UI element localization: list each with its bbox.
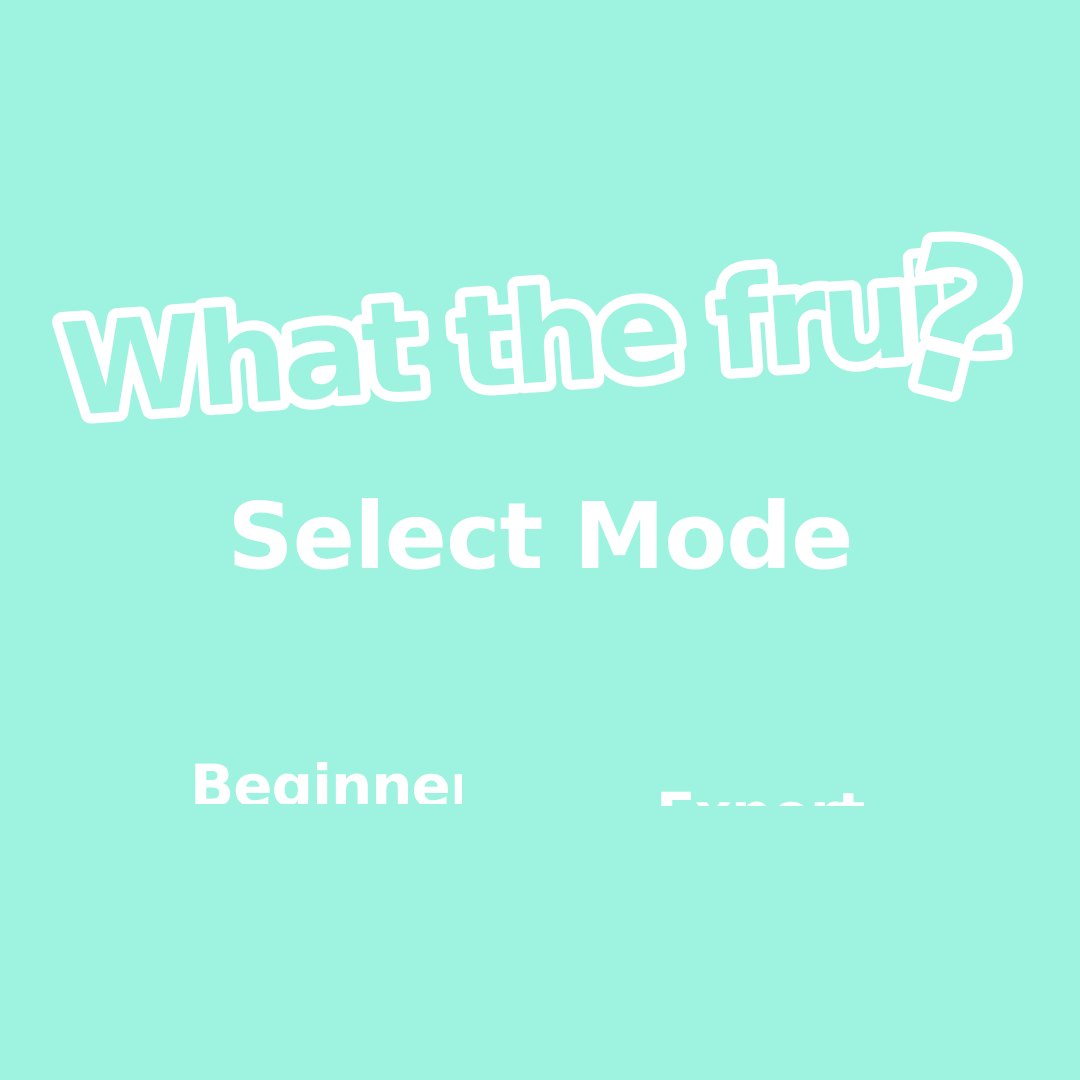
select-mode-heading: Select Mode (227, 483, 853, 590)
title-screen: What the fruit ? Select Mode Beginner Ex… (0, 0, 1080, 1080)
beginner-mode-button[interactable]: Beginner (190, 744, 462, 804)
question-mark: ? (873, 196, 1042, 450)
game-title: What the fruit (57, 232, 1008, 446)
beginner-mode-label: Beginner (190, 752, 462, 804)
expert-mode-button[interactable]: Expert (656, 764, 868, 806)
expert-mode-label: Expert (656, 764, 868, 806)
